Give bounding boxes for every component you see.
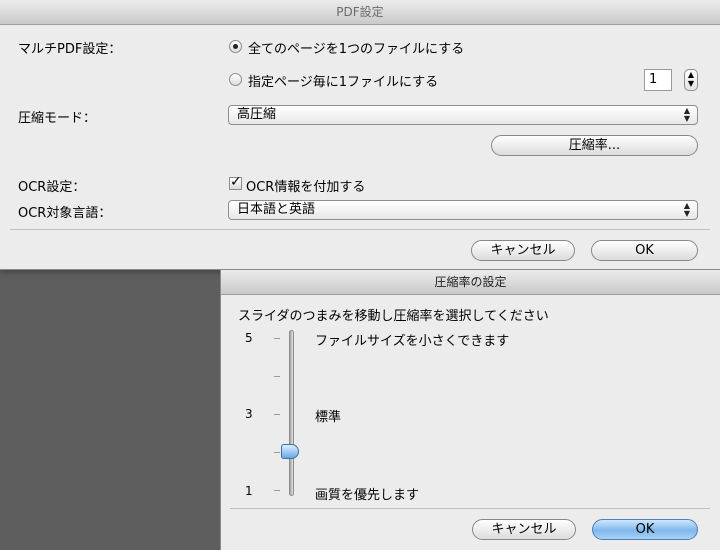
- ocr-language-value: 日本語と英語: [237, 202, 316, 217]
- slider-tick: [274, 414, 280, 415]
- popup-arrows-icon: ▲ ▼: [683, 106, 691, 123]
- ocr-language-label: OCR対象言語：: [18, 206, 112, 221]
- sheet-separator: [230, 508, 710, 509]
- scale-number-3: 3: [245, 407, 253, 421]
- ocr-checkbox-label[interactable]: OCR情報を付加する: [246, 176, 365, 195]
- pages-per-file-stepper[interactable]: ▲ ▼: [684, 69, 698, 91]
- slider-tick: [274, 452, 280, 453]
- multi-pdf-label: マルチPDF設定：: [18, 42, 122, 57]
- scale-label-quality: 画質を優先します: [315, 488, 420, 503]
- pdf-settings-title: PDF設定: [0, 0, 720, 25]
- scale-number-1: 1: [245, 484, 253, 498]
- slider-tick: [274, 338, 280, 339]
- slider-instruction: スライダのつまみを移動し圧縮率を選択してください: [238, 309, 549, 324]
- compression-mode-select[interactable]: 高圧縮 ▲ ▼: [228, 105, 698, 125]
- ocr-checkbox[interactable]: ✓: [229, 174, 242, 190]
- sheet-ok-button[interactable]: OK: [592, 519, 698, 540]
- scale-number-5: 5: [245, 331, 253, 345]
- compression-rate-button[interactable]: 圧縮率...: [491, 135, 698, 156]
- slider-tick: [274, 490, 280, 491]
- ocr-language-select[interactable]: 日本語と英語 ▲ ▼: [228, 200, 698, 220]
- pdf-settings-dialog: PDF設定 マルチPDF設定： 全てのページを1つのファイルにする 指定ページ毎…: [0, 0, 720, 270]
- compression-slider-thumb[interactable]: [281, 444, 299, 459]
- radio-all-pages-label[interactable]: 全てのページを1つのファイルにする: [248, 38, 464, 57]
- compression-mode-label: 圧縮モード：: [18, 111, 97, 126]
- stepper-up-icon[interactable]: ▲: [688, 70, 694, 79]
- ok-button[interactable]: OK: [591, 240, 698, 261]
- compression-slider-track[interactable]: [289, 330, 294, 496]
- radio-per-pages[interactable]: [229, 73, 242, 86]
- scale-label-standard: 標準: [315, 410, 342, 425]
- slider-tick: [274, 376, 280, 377]
- compression-mode-value: 高圧縮: [237, 107, 277, 122]
- checkmark-icon: ✓: [230, 174, 242, 190]
- separator: [10, 229, 710, 230]
- radio-all-pages[interactable]: [229, 40, 242, 53]
- sheet-cancel-button[interactable]: キャンセル: [472, 519, 576, 540]
- pages-per-file-field[interactable]: 1: [644, 69, 672, 91]
- stepper-down-icon[interactable]: ▼: [688, 79, 694, 88]
- cancel-button[interactable]: キャンセル: [471, 240, 575, 261]
- radio-per-pages-label[interactable]: 指定ページ毎に1ファイルにする: [248, 71, 438, 90]
- compression-sheet-title: 圧縮率の設定: [221, 270, 720, 295]
- ocr-settings-label: OCR設定：: [18, 180, 86, 195]
- popup-arrows-icon: ▲ ▼: [683, 201, 691, 218]
- scale-label-small-file: ファイルサイズを小さくできます: [315, 334, 510, 349]
